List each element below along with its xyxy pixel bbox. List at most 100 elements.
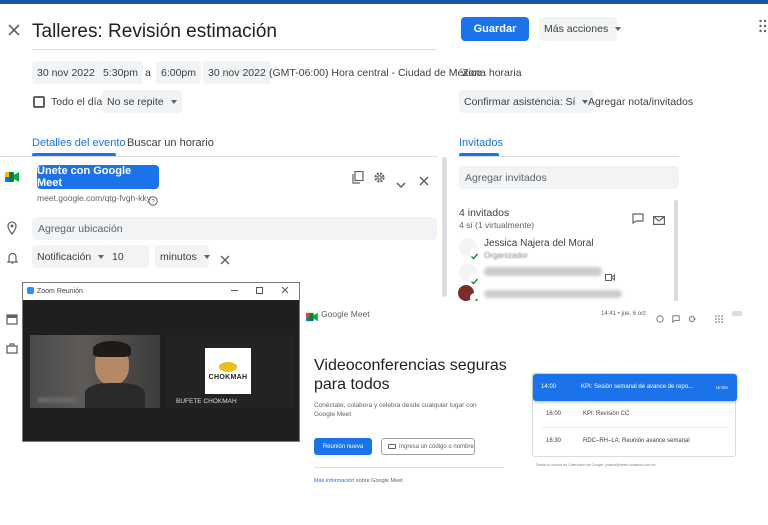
details-scrollbar[interactable]: [442, 157, 447, 297]
start-time[interactable]: 5:30pm: [98, 61, 144, 84]
zoom-window-title: Zoom Reunión: [37, 288, 83, 295]
zoom-titlebar[interactable]: Zoom Reunión: [23, 283, 299, 300]
meet-divider: [314, 467, 504, 468]
more-info: Más información sobre Google Meet: [314, 478, 403, 484]
message-icon[interactable]: [632, 211, 644, 229]
meeting-time: 16:00: [546, 411, 562, 417]
location-input[interactable]: Agregar ubicación: [32, 217, 437, 240]
upcoming-meeting[interactable]: 16:00 KPI: Revisión CC: [533, 401, 737, 428]
notification-type-label: Notificación: [37, 250, 92, 263]
end-time[interactable]: 6:00pm: [156, 61, 202, 84]
notification-value-input[interactable]: 10: [107, 245, 149, 268]
feedback-icon[interactable]: [672, 310, 680, 328]
logo-text: CHOKMAH: [208, 373, 248, 381]
guest-summary: 4 sí (1 virtualmente): [459, 220, 535, 230]
guest-count: 4 invitados: [459, 207, 510, 219]
more-info-link[interactable]: Más información: [314, 478, 354, 484]
briefcase-icon: [6, 341, 18, 359]
close-icon[interactable]: [281, 286, 289, 296]
zoom-window[interactable]: Zoom Reunión CHOKMAH BUFETE CHOKMAH: [22, 282, 300, 442]
repeat-label: No se repite: [107, 95, 164, 108]
end-date[interactable]: 30 nov 2022: [203, 61, 271, 84]
participant-hair: [93, 341, 131, 357]
all-day-label: Todo el día: [51, 96, 103, 108]
video-tile-logo: CHOKMAH BUFETE CHOKMAH: [166, 335, 294, 408]
add-guests-input[interactable]: Agregar invitados: [459, 166, 679, 189]
copy-icon[interactable]: [352, 170, 364, 189]
time-separator: a: [145, 67, 151, 79]
tab-guests[interactable]: Invitados: [459, 137, 503, 149]
meet-link[interactable]: meet.google.com/qtg-fvgh-kky: [37, 193, 151, 203]
apps-button[interactable]: [758, 18, 768, 34]
chevron-down-icon: [203, 254, 210, 259]
top-accent-bar: [0, 0, 768, 4]
remove-meet-icon[interactable]: [419, 173, 429, 191]
more-actions-label: Más acciones: [544, 23, 609, 35]
video-icon: [605, 268, 615, 286]
gear-icon[interactable]: [688, 310, 696, 328]
meeting-title: KPI: Sesión semanal de avance de repo...: [581, 384, 694, 390]
meeting-time: 16:30: [546, 438, 562, 444]
notification-type-dropdown[interactable]: Notificación: [32, 245, 110, 268]
check-icon: [470, 273, 479, 285]
notification-unit-label: minutos: [160, 250, 197, 263]
event-title-input[interactable]: Talleres: Revisión estimación: [32, 16, 436, 50]
more-actions-dropdown[interactable]: Más acciones: [539, 17, 622, 41]
join-link[interactable]: Unirte: [716, 385, 728, 390]
rsvp-dropdown[interactable]: Confirmar asistencia: Sí: [459, 90, 594, 113]
join-meet-button[interactable]: Únete con Google Meet: [37, 165, 159, 189]
participant-shirt: [85, 383, 145, 408]
guests-scrollbar[interactable]: [674, 200, 678, 304]
google-meet-icon: [5, 170, 19, 188]
organizer-name: Jessica Najera del Moral: [484, 238, 594, 249]
check-icon: [470, 248, 479, 260]
help-icon[interactable]: [656, 310, 664, 328]
gear-icon[interactable]: [373, 171, 386, 189]
guest-name-redacted: [484, 267, 602, 276]
chevron-down-icon[interactable]: [396, 175, 406, 193]
meeting-time: 14:00: [541, 384, 557, 390]
new-meeting-button[interactable]: Reunión nueva: [314, 438, 372, 455]
email-icon[interactable]: [653, 212, 666, 230]
close-icon: [8, 24, 20, 36]
keyboard-icon: [388, 444, 396, 449]
guest-name-redacted: [484, 290, 622, 298]
calendar-icon: [6, 312, 18, 330]
upcoming-meeting-highlighted[interactable]: 14:00 KPI: Sesión semanal de avance de r…: [533, 374, 737, 401]
more-vert-icon: [759, 19, 767, 33]
timezone-link[interactable]: Zona horaria: [462, 67, 522, 79]
logo-mark: [219, 361, 237, 372]
rsvp-label: Confirmar asistencia: Sí: [464, 95, 576, 108]
meet-subtext: Conéctate, colabora y celebra desde cual…: [314, 402, 477, 418]
repeat-dropdown[interactable]: No se repite: [102, 90, 182, 113]
timezone-label: (GMT-06:00) Hora central - Ciudad de Méx…: [269, 67, 482, 79]
help-icon[interactable]: ?: [148, 193, 158, 211]
google-meet-logo-icon: [306, 309, 318, 327]
save-button[interactable]: Guardar: [461, 17, 529, 41]
svg-text:?: ?: [151, 198, 155, 205]
status-time: 14:41 • jue, 6 oct: [601, 311, 646, 317]
participant-name: BUFETE CHOKMAH: [176, 398, 237, 405]
tab-divider: [0, 156, 438, 157]
calendar-note: Desde tu cuenta de Calendario de Google:…: [536, 463, 656, 467]
meeting-title: RDC–RH–LA: Reunión avance semanal: [583, 438, 690, 444]
participant-name-redacted: [38, 397, 76, 403]
zoom-logo-icon: [27, 287, 34, 294]
tab-event-details[interactable]: Detalles del evento: [32, 137, 126, 149]
apps-grid-icon[interactable]: [715, 310, 723, 328]
start-date[interactable]: 30 nov 2022: [32, 61, 100, 84]
remove-notification-icon[interactable]: [220, 252, 230, 270]
close-button[interactable]: [4, 20, 24, 40]
add-note-link[interactable]: Agregar nota/invitados: [588, 96, 693, 108]
maximize-icon[interactable]: [256, 287, 263, 294]
all-day-checkbox[interactable]: [33, 96, 45, 108]
upcoming-meeting[interactable]: 16:30 RDC–RH–LA: Reunión avance semanal: [533, 428, 737, 455]
chevron-down-icon: [170, 99, 177, 104]
account-logo[interactable]: [732, 311, 742, 316]
minimize-icon[interactable]: [231, 290, 238, 291]
tab-divider: [459, 156, 679, 157]
more-info-rest: sobre Google Meet: [355, 478, 403, 484]
tab-find-time[interactable]: Buscar un horario: [127, 137, 214, 149]
google-meet-page: Google Meet 14:41 • jue, 6 oct Videoconf…: [302, 301, 768, 525]
notification-unit-dropdown[interactable]: minutos: [155, 245, 210, 268]
